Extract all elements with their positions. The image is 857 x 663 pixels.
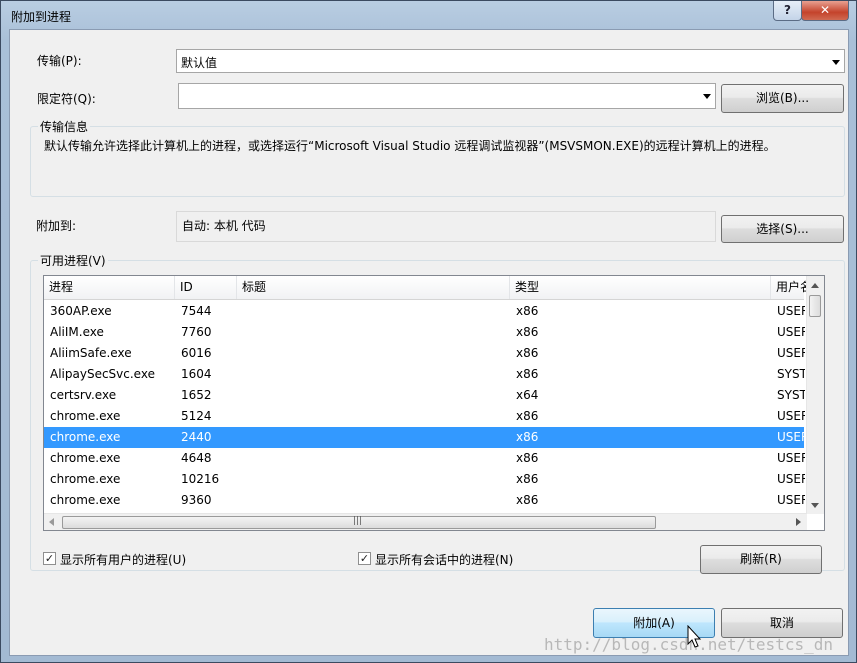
cell-name: AliIM.exe [50, 325, 104, 339]
title-bar[interactable]: 附加到进程 ? ✕ [1, 1, 856, 29]
show-all-sessions-checkbox[interactable]: ✓ [358, 552, 371, 565]
cell-name: 360AP.exe [50, 304, 112, 318]
cell-id: 6016 [181, 346, 212, 360]
cell-id: 10216 [181, 472, 220, 486]
qualifier-combo[interactable] [178, 83, 716, 109]
cell-name: chrome.exe [50, 409, 121, 423]
vertical-scroll-thumb[interactable] [809, 295, 821, 317]
attach-to-process-dialog: 附加到进程 ? ✕ 传输(P): 默认值 限定符(Q): 浏览(B)... 传输… [0, 0, 857, 663]
available-processes-title: 可用进程(V) [38, 252, 108, 269]
dialog-title: 附加到进程 [11, 10, 72, 24]
help-button[interactable]: ? [773, 1, 802, 21]
show-all-users-checkbox[interactable]: ✓ [43, 552, 56, 565]
table-row[interactable]: AlipaySecSvc.exe 1604 x86 SYST [44, 364, 805, 385]
cell-name: chrome.exe [50, 493, 121, 507]
chevron-down-icon [832, 60, 840, 65]
cell-user: USER [777, 430, 805, 444]
dialog-client-area: 传输(P): 默认值 限定符(Q): 浏览(B)... 传输信息 默认传输允许选… [9, 29, 849, 656]
chevron-down-icon [703, 94, 711, 99]
browse-button[interactable]: 浏览(B)... [721, 84, 844, 113]
scroll-right-icon[interactable] [796, 518, 801, 526]
cell-user: USER [777, 346, 805, 360]
cell-user: SYST [777, 388, 805, 402]
table-row[interactable]: chrome.exe 10216 x86 USER [44, 469, 805, 490]
cell-type: x64 [516, 388, 539, 402]
cancel-button[interactable]: 取消 [721, 608, 843, 638]
column-header-process[interactable]: 进程 [44, 276, 175, 299]
cell-type: x86 [516, 472, 539, 486]
table-row[interactable]: certsrv.exe 1652 x64 SYST [44, 385, 805, 406]
table-row[interactable]: chrome.exe 2440 x86 USER [44, 427, 805, 448]
scroll-left-icon[interactable] [49, 518, 54, 526]
cell-id: 5124 [181, 409, 212, 423]
column-header-type[interactable]: 类型 [510, 276, 771, 299]
cell-name: chrome.exe [50, 451, 121, 465]
cell-id: 9360 [181, 493, 212, 507]
show-all-users-label[interactable]: 显示所有用户的进程(U) [60, 551, 186, 568]
cell-id: 2440 [181, 430, 212, 444]
show-all-sessions-label[interactable]: 显示所有会话中的进程(N) [375, 551, 513, 568]
cell-name: chrome.exe [50, 472, 121, 486]
cell-type: x86 [516, 367, 539, 381]
cell-user: SYST [777, 367, 805, 381]
cell-user: USER [777, 325, 805, 339]
scroll-grip-icon: ||| [353, 516, 363, 526]
table-row[interactable]: 360AP.exe 7544 x86 USER [44, 301, 805, 322]
transport-combo[interactable]: 默认值 [176, 49, 845, 73]
close-button[interactable]: ✕ [801, 1, 849, 21]
check-icon: ✓ [359, 552, 370, 565]
cell-type: x86 [516, 451, 539, 465]
mouse-cursor-icon [687, 625, 702, 648]
horizontal-scroll-thumb[interactable]: ||| [62, 516, 656, 529]
column-header-title[interactable]: 标题 [237, 276, 510, 299]
table-row[interactable]: AliIM.exe 7760 x86 USER [44, 322, 805, 343]
select-code-type-button[interactable]: 选择(S)... [721, 215, 844, 243]
cell-id: 7760 [181, 325, 212, 339]
refresh-button[interactable]: 刷新(R) [700, 545, 822, 574]
help-icon: ? [784, 3, 791, 17]
transport-info-text: 默认传输允许选择此计算机上的进程，或选择运行“Microsoft Visual … [44, 139, 776, 153]
cell-type: x86 [516, 346, 539, 360]
cell-user: USER [777, 409, 805, 423]
column-header-id[interactable]: ID [175, 276, 237, 299]
check-icon: ✓ [44, 552, 55, 565]
transport-info-title: 传输信息 [38, 118, 91, 135]
cell-user: USER [777, 451, 805, 465]
cell-id: 7544 [181, 304, 212, 318]
attach-to-field: 自动: 本机 代码 [176, 211, 716, 242]
cell-name: chrome.exe [50, 430, 121, 444]
qualifier-label: 限定符(Q): [37, 92, 96, 106]
table-row[interactable]: AliimSafe.exe 6016 x86 USER [44, 343, 805, 364]
cell-type: x86 [516, 325, 539, 339]
close-icon: ✕ [819, 3, 831, 17]
cell-user: USER [777, 304, 805, 318]
cell-id: 1604 [181, 367, 212, 381]
process-list-header: 进程 ID 标题 类型 用户名 [44, 276, 812, 300]
transport-value: 默认值 [181, 56, 218, 70]
transport-label: 传输(P): [37, 54, 82, 68]
cell-name: certsrv.exe [50, 388, 117, 402]
cell-id: 1652 [181, 388, 212, 402]
vertical-scrollbar[interactable] [806, 276, 824, 514]
table-row[interactable]: chrome.exe 5124 x86 USER [44, 406, 805, 427]
cell-user: USER [777, 493, 805, 507]
attach-to-label: 附加到: [36, 219, 77, 233]
cell-name: AliimSafe.exe [50, 346, 132, 360]
cell-id: 4648 [181, 451, 212, 465]
scroll-down-icon[interactable] [811, 503, 819, 508]
cell-type: x86 [516, 409, 539, 423]
cell-type: x86 [516, 493, 539, 507]
horizontal-scrollbar[interactable]: ||| [44, 513, 807, 530]
table-row[interactable]: chrome.exe 4648 x86 USER [44, 448, 805, 469]
table-row[interactable]: chrome.exe 9360 x86 USER [44, 490, 805, 511]
scroll-up-icon[interactable] [811, 283, 819, 288]
cell-type: x86 [516, 304, 539, 318]
attach-to-value: 自动: 本机 代码 [182, 219, 266, 233]
cell-user: USER [777, 472, 805, 486]
cell-type: x86 [516, 430, 539, 444]
cell-name: AlipaySecSvc.exe [50, 367, 155, 381]
process-list[interactable]: 进程 ID 标题 类型 用户名 360AP.exe7544x86USERAliI… [43, 275, 825, 531]
